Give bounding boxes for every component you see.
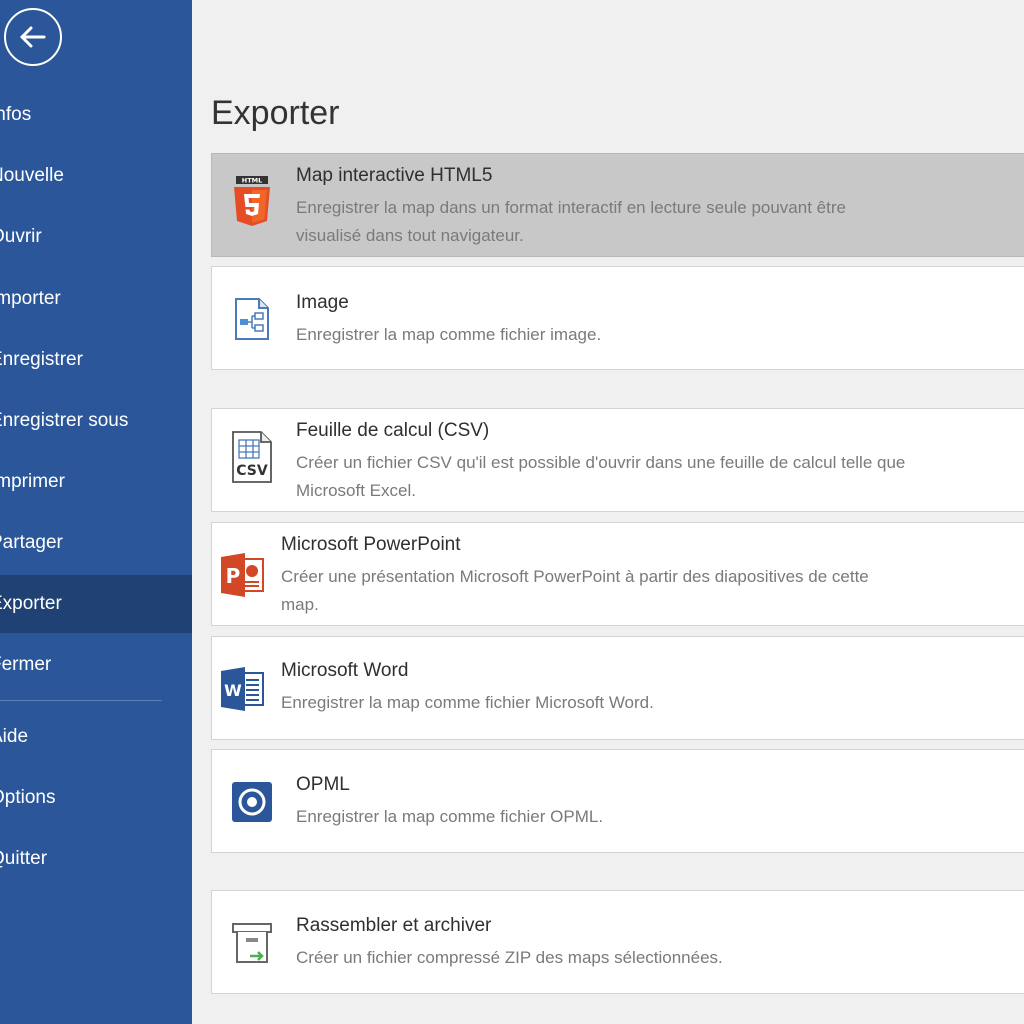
export-option-archive[interactable]: Rassembler et archiver Créer un fichier …: [211, 890, 1024, 994]
option-description: Créer un fichier CSV qu'il est possible …: [296, 453, 906, 472]
option-title: Microsoft Word: [281, 660, 409, 681]
export-option-csv[interactable]: CSV Feuille de calcul (CSV) Créer un fic…: [211, 408, 1024, 512]
page-title: Exporter: [211, 94, 340, 132]
archive-icon: [228, 919, 276, 967]
back-button[interactable]: [4, 8, 62, 66]
sidebar-item-nouvelle[interactable]: Nouvelle: [0, 147, 192, 205]
option-description: Enregistrer la map comme fichier Microso…: [281, 693, 654, 712]
export-option-html5[interactable]: HTML Map interactive HTML5 Enregistrer l…: [211, 153, 1024, 257]
option-title: Map interactive HTML5: [296, 165, 493, 186]
export-option-word[interactable]: W Microsoft Word Enregistrer la map comm…: [211, 636, 1024, 740]
option-title: Rassembler et archiver: [296, 915, 492, 936]
export-option-image[interactable]: Image Enregistrer la map comme fichier i…: [211, 266, 1024, 370]
svg-text:W: W: [224, 681, 242, 700]
option-description: Créer un fichier compressé ZIP des maps …: [296, 948, 723, 967]
option-description: Enregistrer la map dans un format intera…: [296, 198, 846, 217]
option-title: Image: [296, 292, 349, 313]
option-title: Microsoft PowerPoint: [281, 534, 461, 555]
word-icon: W: [218, 665, 266, 713]
html5-icon: HTML: [228, 176, 276, 226]
sidebar-item-infos[interactable]: Infos: [0, 86, 192, 144]
svg-text:CSV: CSV: [236, 463, 268, 479]
powerpoint-icon: P: [218, 551, 266, 599]
sidebar-item-fermer[interactable]: Fermer: [0, 636, 192, 694]
backstage-sidebar: Infos Nouvelle Ouvrir Importer Enregistr…: [0, 0, 192, 1024]
option-description: visualisé dans tout navigateur.: [296, 226, 524, 245]
sidebar-item-partager[interactable]: Partager: [0, 514, 192, 572]
sidebar-item-ouvrir[interactable]: Ouvrir: [0, 208, 192, 266]
option-description: Microsoft Excel.: [296, 481, 416, 500]
sidebar-item-importer[interactable]: Importer: [0, 270, 192, 328]
sidebar-item-imprimer[interactable]: Imprimer: [0, 453, 192, 511]
sidebar-item-quitter[interactable]: Quitter: [0, 830, 192, 888]
export-option-powerpoint[interactable]: P Microsoft PowerPoint Créer une présent…: [211, 522, 1024, 626]
back-arrow-icon: [20, 26, 46, 48]
sidebar-item-enregistrer[interactable]: Enregistrer: [0, 331, 192, 389]
opml-icon: [228, 778, 276, 826]
svg-text:P: P: [226, 564, 241, 588]
option-description: Enregistrer la map comme fichier OPML.: [296, 807, 604, 826]
csv-icon: CSV: [228, 431, 276, 483]
sidebar-item-aide[interactable]: Aide: [0, 708, 192, 766]
option-description: Enregistrer la map comme fichier image.: [296, 325, 602, 344]
sidebar-item-enregistrer-sous[interactable]: Enregistrer sous: [0, 392, 192, 450]
sidebar-item-options[interactable]: Options: [0, 769, 192, 827]
option-title: Feuille de calcul (CSV): [296, 420, 490, 441]
option-title: OPML: [296, 774, 350, 795]
sidebar-divider: [0, 700, 162, 701]
sidebar-item-exporter[interactable]: Exporter: [0, 575, 192, 633]
option-description: map.: [281, 595, 319, 614]
option-description: Créer une présentation Microsoft PowerPo…: [281, 567, 869, 586]
export-option-opml[interactable]: OPML Enregistrer la map comme fichier OP…: [211, 749, 1024, 853]
image-icon: [228, 295, 276, 343]
svg-text:HTML: HTML: [242, 177, 262, 185]
